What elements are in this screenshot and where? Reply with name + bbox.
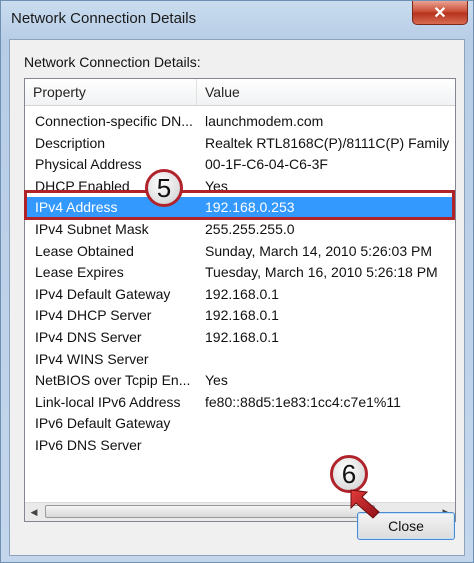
row-property: Description xyxy=(35,134,106,151)
row-property: NetBIOS over Tcpip En... xyxy=(35,372,191,389)
window-title: Network Connection Details xyxy=(11,10,197,27)
column-header-value[interactable]: Value xyxy=(197,79,455,105)
row-value: 192.168.0.1 xyxy=(205,307,279,324)
row-property: Lease Expires xyxy=(35,264,124,281)
row-property: Link-local IPv6 Address xyxy=(35,393,181,410)
step-6-badge: 6 xyxy=(330,455,368,493)
close-button[interactable]: Close xyxy=(357,512,455,540)
row-value: 192.168.0.253 xyxy=(205,199,295,216)
table-row[interactable]: IPv4 Subnet Mask 255.255.255.0 xyxy=(25,219,455,241)
row-property: IPv4 WINS Server xyxy=(35,350,149,367)
table-row[interactable]: IPv6 Default Gateway xyxy=(25,413,455,435)
table-row[interactable]: IPv4 DHCP Server 192.168.0.1 xyxy=(25,305,455,327)
table-row[interactable]: IPv4 WINS Server xyxy=(25,349,455,371)
scrollbar-thumb[interactable] xyxy=(45,505,375,518)
row-value: 00-1F-C6-04-C6-3F xyxy=(205,156,328,173)
row-value: Sunday, March 14, 2010 5:26:03 PM xyxy=(205,242,432,259)
table-row[interactable]: DHCP Enabled Yes xyxy=(25,176,455,198)
row-value: 192.168.0.1 xyxy=(205,285,279,302)
row-value: Yes xyxy=(205,372,228,389)
scroll-left-arrow-icon[interactable]: ◀ xyxy=(25,503,43,521)
row-property: IPv6 Default Gateway xyxy=(35,415,171,432)
table-row[interactable]: IPv4 DNS Server 192.168.0.1 xyxy=(25,327,455,349)
row-property: IPv4 DHCP Server xyxy=(35,307,152,324)
row-property: IPv4 Default Gateway xyxy=(35,285,171,302)
table-row[interactable]: IPv4 Address 192.168.0.253 xyxy=(25,197,455,220)
dialog-client-area: Network Connection Details: Property Val… xyxy=(9,39,465,556)
table-row[interactable]: Physical Address 00-1F-C6-04-C6-3F xyxy=(25,154,455,176)
list-header: Property Value xyxy=(25,79,455,106)
table-row[interactable]: NetBIOS over Tcpip En... Yes xyxy=(25,370,455,392)
column-header-property[interactable]: Property xyxy=(25,79,197,105)
row-property: Lease Obtained xyxy=(35,242,134,259)
details-list-view[interactable]: Property Value Connection-specific DN...… xyxy=(24,78,456,522)
row-property: Connection-specific DN... xyxy=(35,113,193,129)
row-property: IPv4 DNS Server xyxy=(35,329,142,345)
table-row[interactable]: Lease Expires Tuesday, March 16, 2010 5:2… xyxy=(25,262,455,284)
row-property: IPv6 DNS Server xyxy=(35,437,142,453)
row-value: Yes xyxy=(205,177,228,194)
row-value: 192.168.0.1 xyxy=(205,329,279,345)
step-5-badge: 5 xyxy=(145,169,183,207)
table-row[interactable]: Lease Obtained Sunday, March 14, 2010 5:2… xyxy=(25,241,455,263)
table-row[interactable]: IPv4 Default Gateway 192.168.0.1 xyxy=(25,284,455,306)
row-property: IPv4 Subnet Mask xyxy=(35,221,149,237)
window-close-button[interactable]: ✕ xyxy=(412,1,468,25)
table-row[interactable]: Connection-specific DN... launchmodem.com xyxy=(25,111,455,133)
row-value: fe80::88d5:1e83:1cc4:c7e1%11 xyxy=(205,393,401,410)
table-row[interactable]: IPv6 DNS Server xyxy=(25,435,455,457)
row-value: Tuesday, March 16, 2010 5:26:18 PM xyxy=(205,264,438,281)
close-icon: ✕ xyxy=(433,4,447,22)
group-label: Network Connection Details: xyxy=(24,54,201,70)
network-connection-details-window: Network Connection Details ✕ Network Con… xyxy=(0,0,474,563)
title-bar[interactable]: Network Connection Details ✕ xyxy=(1,1,473,39)
table-row[interactable]: Link-local IPv6 Address fe80::88d5:1e83:1… xyxy=(25,392,455,414)
row-value: 255.255.255.0 xyxy=(205,221,295,237)
row-value: launchmodem.com xyxy=(205,113,324,129)
row-value: Realtek RTL8168C(P)/8111C(P) Family P xyxy=(205,134,451,151)
table-row[interactable]: Description Realtek RTL8168C(P)/8111C(P) … xyxy=(25,133,455,155)
